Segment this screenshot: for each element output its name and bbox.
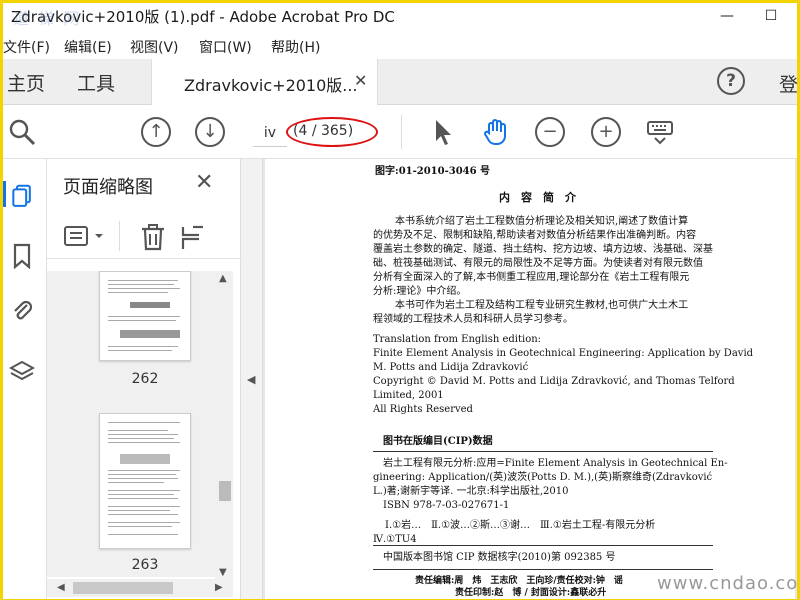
site-logo-watermark: 道 梯 网: [13, 9, 82, 28]
tab-strip: 主页 工具 Zdravkovic+2010版... ✕ ? 登: [3, 59, 798, 105]
document-tab-label: Zdravkovic+2010版...: [184, 76, 358, 95]
thumbnail-page-262[interactable]: [99, 271, 191, 361]
sign-in-link[interactable]: 登: [779, 70, 798, 97]
hand-tool-icon[interactable]: [481, 117, 511, 147]
trash-icon[interactable]: [139, 223, 167, 251]
prev-page-icon[interactable]: ↑: [141, 117, 171, 147]
menu-edit[interactable]: 编辑(E): [64, 37, 112, 57]
thumbnail-vertical-scrollbar[interactable]: ▲ ▼: [215, 271, 233, 581]
close-panel-icon[interactable]: ✕: [195, 170, 213, 195]
intro-line: 本书系统介绍了岩土工程数值分析理论及相关知识,阐述了数值计算: [395, 216, 689, 227]
tab-home[interactable]: 主页: [7, 69, 45, 96]
page-number-input[interactable]: iv: [253, 119, 287, 147]
translation-line: M. Potts and Lidija Zdravković: [373, 362, 529, 373]
panel-title: 页面缩略图: [63, 177, 153, 198]
cip-library: 中国版本图书馆 CIP 数据核字(2010)第 092385 号: [383, 552, 616, 563]
thumbnail-horizontal-scrollbar[interactable]: ◀ ▶: [47, 579, 233, 597]
translation-line: Finite Element Analysis in Geotechnical …: [373, 348, 754, 359]
intro-line: 础、桩筏基础测试、有限元的局限性及不足等方面。为使读者对有限元数值: [373, 258, 703, 269]
panel-splitter[interactable]: ◀: [241, 159, 263, 599]
translation-line: Limited, 2001: [373, 390, 444, 401]
rule: [373, 451, 713, 452]
help-icon[interactable]: ?: [717, 67, 745, 95]
intro-line: 分析:理论》中介绍。: [373, 286, 467, 297]
translation-line: Translation from English edition:: [373, 334, 542, 345]
cip-classification: Ⅰ.①岩… Ⅱ.①波…②斯…③谢… Ⅲ.①岩土工程-有限元分析: [385, 520, 656, 531]
tab-document[interactable]: Zdravkovic+2010版... ✕: [151, 59, 378, 105]
toolbar-divider: [401, 115, 402, 149]
close-tab-icon[interactable]: ✕: [354, 71, 367, 90]
menu-bar: 文件(F) 编辑(E) 视图(V) 窗口(W) 帮助(H): [3, 35, 797, 59]
page-heading: 内 容 简 介: [499, 191, 576, 204]
collapse-panel-icon[interactable]: ◀: [247, 373, 255, 386]
zoom-out-icon[interactable]: −: [535, 117, 565, 147]
red-highlight-oval: [286, 117, 378, 147]
rule: [373, 569, 713, 570]
options-menu-icon[interactable]: [63, 223, 107, 251]
scroll-up-icon[interactable]: ▲: [219, 273, 227, 284]
scroll-thumb[interactable]: [219, 481, 231, 501]
site-watermark: www.cndao.com: [657, 573, 797, 594]
title-bar: Zdravkovic+2010版 (1).pdf - Adobe Acrobat…: [3, 3, 797, 31]
cip-heading: 图书在版编目(CIP)数据: [383, 436, 493, 447]
intro-line: 分析有全面深入的了解,本书侧重工程应用,理论部分在《岩土工程有限元: [373, 272, 690, 283]
maximize-button[interactable]: ☐: [749, 3, 793, 31]
thumbnail-label: 263: [131, 557, 159, 573]
cip-line: L.)著;谢新宇等译. 一北京:科学出版社,2010: [373, 486, 569, 497]
document-view[interactable]: 图字:01-2010-3046 号 内 容 简 介 本书系统介绍了岩土工程数值分…: [263, 159, 797, 599]
intro-line: 覆盖岩土参数的确定、隧道、挡土结构、挖方边坡、填方边坡、浅基础、深基: [373, 244, 713, 255]
rule: [373, 545, 713, 546]
menu-help[interactable]: 帮助(H): [271, 37, 320, 57]
select-arrow-icon[interactable]: [427, 117, 457, 147]
next-page-icon[interactable]: ↓: [195, 117, 225, 147]
extract-pages-icon[interactable]: [179, 223, 207, 251]
scroll-thumb[interactable]: [73, 582, 173, 594]
thumbnail-list: 262 263: [47, 271, 227, 577]
acrobat-window: Zdravkovic+2010版 (1).pdf - Adobe Acrobat…: [0, 0, 800, 600]
tab-tools[interactable]: 工具: [77, 69, 115, 96]
intro-line: 的优势及不足、限制和缺陷,帮助读者对数值分析结果作出准确判断。内容: [373, 230, 697, 241]
scroll-down-icon[interactable]: ▼: [219, 567, 227, 578]
panel-toolbar: [47, 215, 241, 259]
cip-number: 图字:01-2010-3046 号: [375, 166, 491, 177]
panel-divider: [119, 221, 120, 251]
menu-window[interactable]: 窗口(W): [199, 37, 252, 57]
credits-line: 责任印制:赵 博 / 封面设计:鑫联必升: [455, 588, 607, 598]
scroll-left-icon[interactable]: ◀: [57, 582, 65, 593]
cip-line: gineering: Application/(英)波茨(Potts D. M.…: [373, 472, 713, 483]
cip-line: ISBN 978-7-03-027671-1: [383, 500, 510, 511]
keyboard-icon[interactable]: [645, 117, 675, 147]
thumbnails-panel: 页面缩略图 ✕ 262 263 ▲ ▼ ◀ ▶: [47, 159, 241, 599]
minimize-button[interactable]: —: [705, 3, 749, 31]
menu-file[interactable]: 文件(F): [3, 37, 50, 57]
pdf-page: 图字:01-2010-3046 号 内 容 简 介 本书系统介绍了岩土工程数值分…: [265, 159, 797, 599]
thumbnail-label: 262: [131, 371, 159, 387]
search-icon[interactable]: [7, 117, 37, 147]
page-thumbnails-icon[interactable]: [3, 181, 39, 207]
menu-view[interactable]: 视图(V): [130, 37, 179, 57]
bookmark-icon[interactable]: [9, 243, 35, 269]
zoom-in-icon[interactable]: +: [591, 117, 621, 147]
translation-line: Copyright © David M. Potts and Lidija Zd…: [373, 376, 735, 387]
toolbar: ↑ ↓ iv (4 / 365) − +: [3, 105, 797, 159]
cip-line: 岩土工程有限元分析:应用=Finite Element Analysis in …: [383, 458, 728, 469]
thumbnail-page-263[interactable]: [99, 413, 191, 549]
layers-icon[interactable]: [9, 359, 35, 385]
attachment-icon[interactable]: [9, 297, 35, 323]
audience-line: 程领域的工程技术人员和科研人员学习参考。: [373, 314, 573, 325]
left-rail: [3, 159, 47, 599]
translation-line: All Rights Reserved: [373, 404, 473, 415]
scroll-right-icon[interactable]: ▶: [215, 582, 223, 593]
audience-line: 本书可作为岩土工程及结构工程专业研究生教材,也可供广大土木工: [395, 300, 689, 311]
